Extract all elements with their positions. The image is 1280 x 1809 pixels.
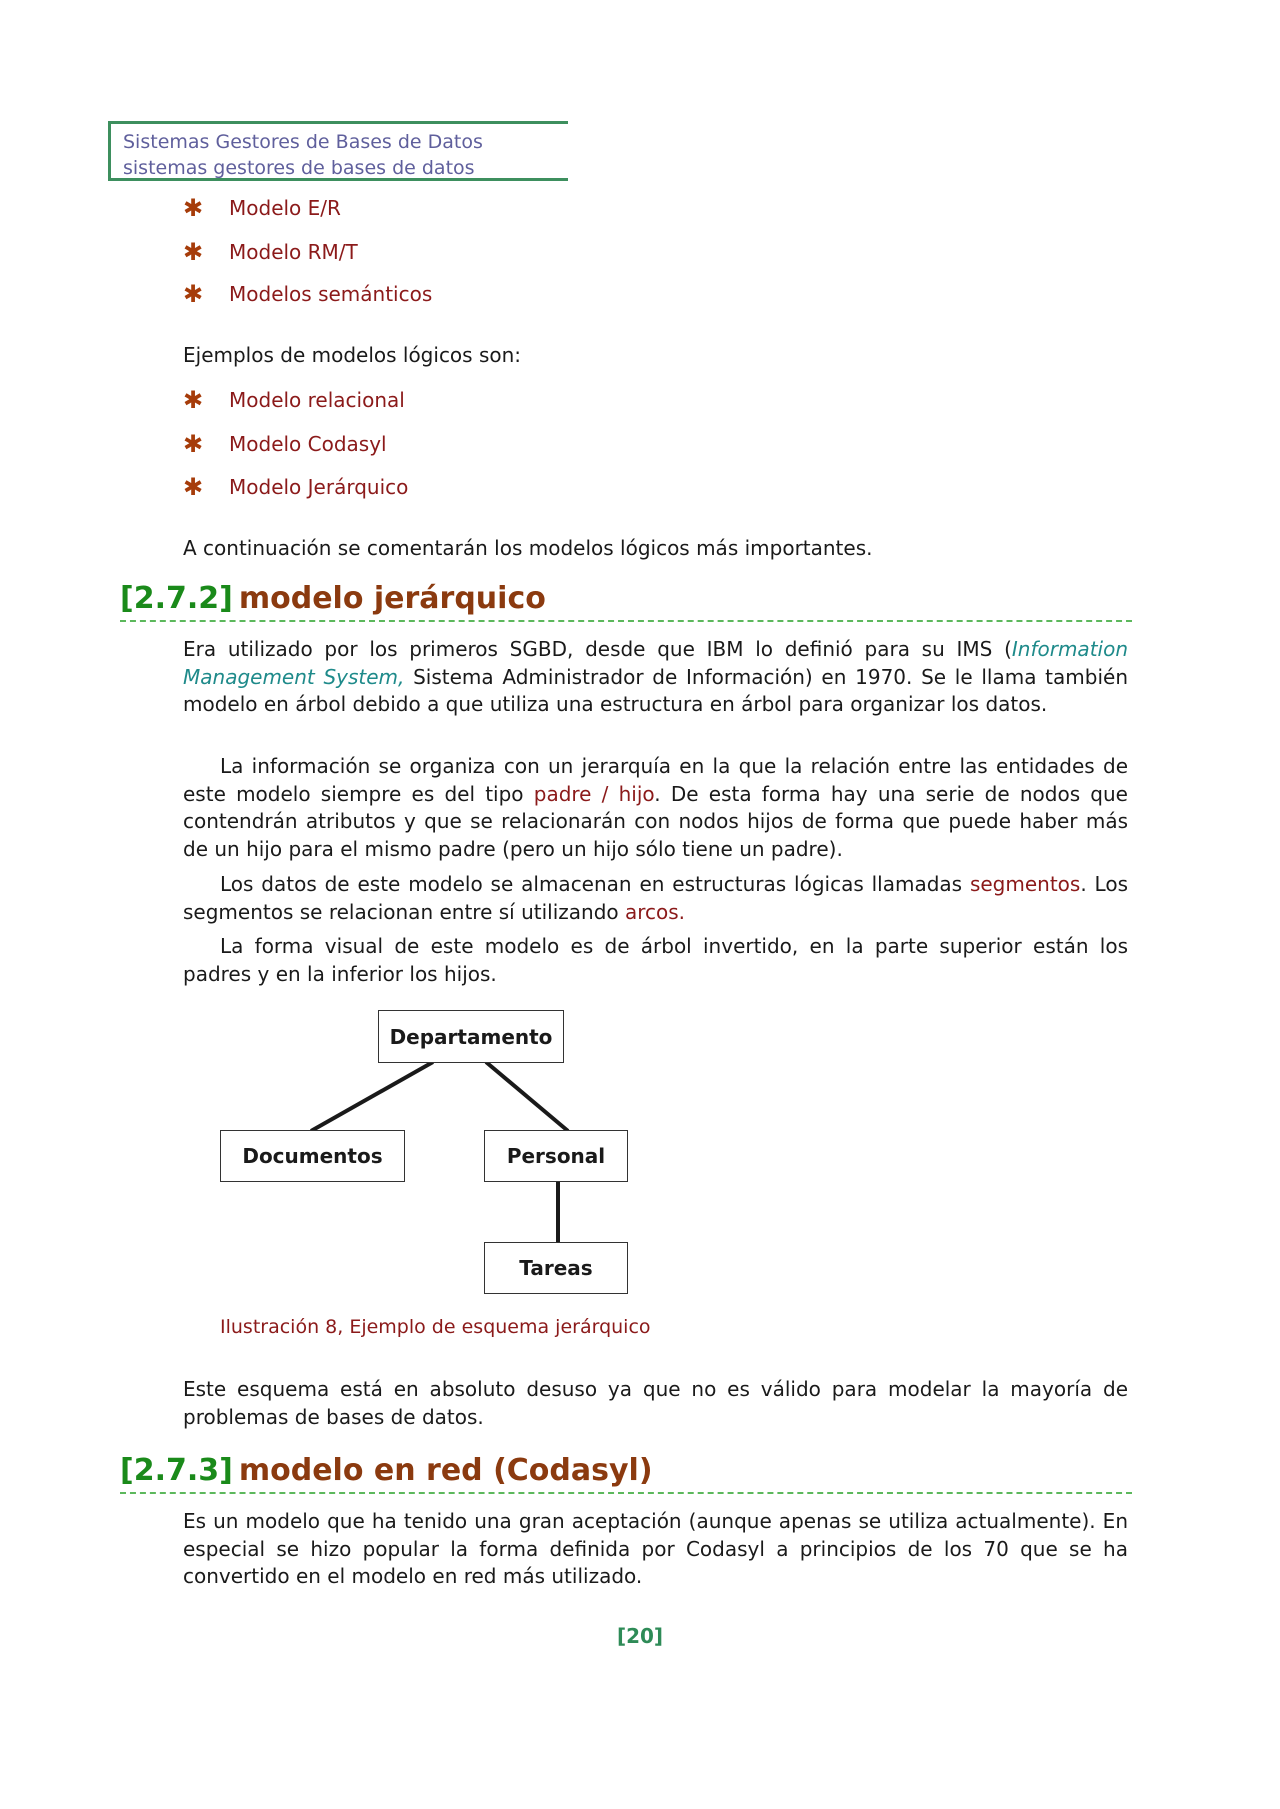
list-item-label: Modelos semánticos — [229, 282, 433, 306]
paragraph: Es un modelo que ha tenido una gran acep… — [183, 1509, 1128, 1588]
edge-departamento-personal — [484, 1060, 570, 1133]
running-header: Sistemas Gestores de Bases de Datos sist… — [108, 121, 568, 181]
paragraph: La información se organiza con un jerarq… — [183, 753, 1128, 863]
section-number: [2.7.2] — [120, 581, 233, 616]
node-documentos: Documentos — [220, 1130, 405, 1182]
asterisk-bullet-icon: ✱ — [183, 430, 204, 458]
list-item: ✱ Modelo E/R — [183, 193, 341, 223]
node-tareas: Tareas — [484, 1242, 628, 1294]
node-departamento: Departamento — [378, 1010, 564, 1063]
section-heading-network: [2.7.3] modelo en red (Codasyl) — [120, 1452, 1132, 1494]
node-personal: Personal — [484, 1130, 628, 1182]
header-title: Sistemas Gestores de Bases de Datos — [123, 131, 483, 153]
asterisk-bullet-icon: ✱ — [183, 280, 204, 308]
continuation-text: A continuación se comentarán los modelos… — [183, 536, 873, 560]
asterisk-bullet-icon: ✱ — [183, 473, 204, 501]
section-title: modelo en red (Codasyl) — [238, 1453, 653, 1488]
list-item-label: Modelo relacional — [229, 388, 405, 412]
paragraph: Los datos de este modelo se almacenan en… — [183, 871, 1128, 926]
list-item-label: Modelo Codasyl — [229, 432, 387, 456]
header-subtitle: sistemas gestores de bases de datos — [123, 157, 475, 179]
paragraph: Este esquema está en absoluto desuso ya … — [183, 1377, 1128, 1429]
asterisk-bullet-icon: ✱ — [183, 194, 204, 222]
list-item: ✱ Modelo RM/T — [183, 237, 358, 267]
list-item-label: Modelo E/R — [229, 196, 341, 220]
section-number: [2.7.3] — [120, 1453, 233, 1488]
list-item: ✱ Modelo Codasyl — [183, 429, 387, 459]
text-run: Era utilizado por los primeros SGBD, des… — [183, 637, 1012, 661]
term-highlight: segmentos — [969, 872, 1081, 896]
list-item: ✱ Modelo Jerárquico — [183, 472, 408, 502]
paragraph: La forma visual de este modelo es de árb… — [183, 934, 1128, 986]
asterisk-bullet-icon: ✱ — [183, 238, 204, 266]
list-item: ✱ Modelo relacional — [183, 385, 405, 415]
list-item-label: Modelo Jerárquico — [229, 475, 409, 499]
asterisk-bullet-icon: ✱ — [183, 386, 204, 414]
paragraph: Era utilizado por los primeros SGBD, des… — [183, 636, 1128, 719]
section-title: modelo jerárquico — [238, 581, 546, 616]
list-item: ✱ Modelos semánticos — [183, 279, 432, 309]
section-heading-hierarchical: [2.7.2] modelo jerárquico — [120, 580, 1132, 622]
term-highlight: padre / hijo — [533, 781, 655, 806]
list-item-label: Modelo RM/T — [229, 240, 358, 264]
figure-caption: Ilustración 8, Ejemplo de esquema jerárq… — [220, 1316, 651, 1338]
logical-models-intro: Ejemplos de modelos lógicos son: — [183, 343, 522, 367]
edge-departamento-documentos — [310, 1060, 434, 1133]
page-number: [20] — [616, 1624, 664, 1648]
text-run: Los datos de este modelo se almacenan en… — [220, 872, 970, 896]
term-highlight: arcos. — [624, 899, 686, 924]
